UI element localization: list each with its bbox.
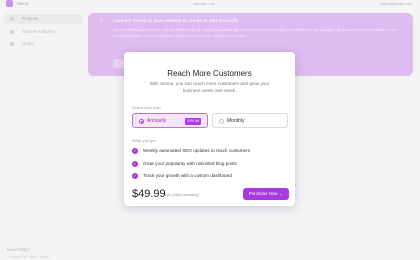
plan-label: Select your plan [132, 105, 161, 110]
price: $49.99 [132, 188, 166, 200]
check-icon: ✓ [132, 173, 138, 179]
check-icon: ✓ [132, 148, 138, 154]
plan-option-monthly[interactable]: Monthly [212, 113, 288, 128]
features-label: What you get [132, 138, 156, 143]
feature-item: ✓ Track your growth with a custom dashbo… [132, 172, 287, 185]
feature-text: Weekly automated SEO updates to reach cu… [143, 148, 250, 153]
plan-option-annually[interactable]: Annually 10% off [132, 113, 208, 128]
feature-text: Grow your popularity with unlimited blog… [143, 160, 237, 166]
plan-name: Monthly [227, 118, 245, 124]
discount-badge: 10% off [184, 118, 201, 125]
radio-selected-icon[interactable] [139, 119, 144, 124]
upgrade-modal: Reach More Customers With Seona, you can… [124, 52, 295, 206]
check-icon: ✓ [132, 160, 138, 167]
feature-list: ✓ Weekly automated SEO updates to reach … [132, 147, 287, 185]
feature-text: Track your growth with a custom dashboar… [143, 173, 232, 178]
price-note: /mo (billed annually) [165, 193, 199, 197]
feature-item: ✓ Grow your popularity with unlimited bl… [132, 160, 287, 173]
modal-subtitle: With Seona, you can reach more customers… [149, 81, 270, 93]
modal-title: Reach More Customers [167, 69, 252, 78]
radio-unselected-icon[interactable] [219, 119, 224, 124]
plan-name: Annually [147, 118, 167, 124]
feature-item: ✓ Weekly automated SEO updates to reach … [132, 147, 287, 160]
purchase-now-button[interactable]: Purchase Now → [243, 188, 289, 200]
